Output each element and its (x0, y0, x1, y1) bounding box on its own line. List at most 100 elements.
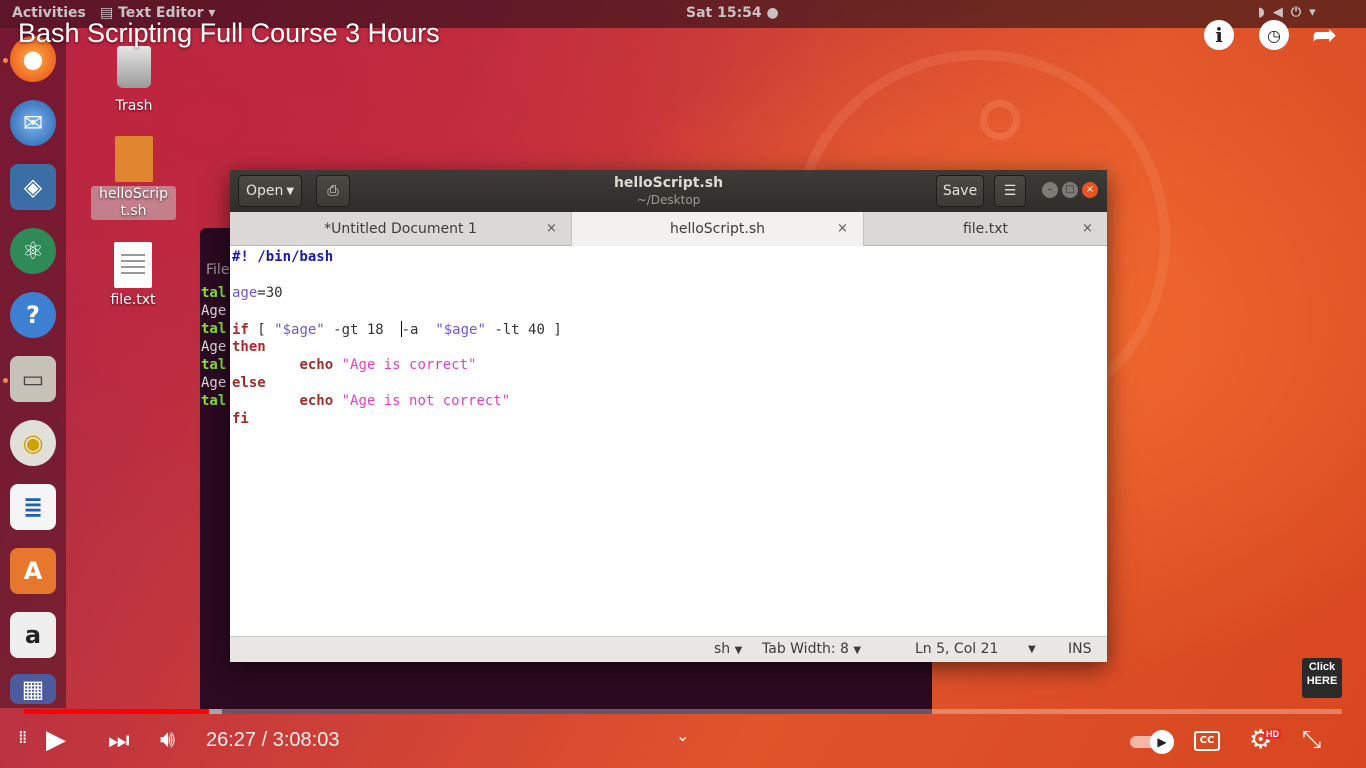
code-token: echo (299, 393, 334, 409)
code-line-10: fi (232, 411, 249, 427)
tab-untitled-document[interactable]: *Untitled Document 1 (230, 212, 572, 246)
code-line-5: if [ "$age" -gt 18 -a "$age" -lt 40 ] (232, 321, 562, 339)
status-bar: sh ▼ Tab Width: 8 ▼ Ln 5, Col 21 ▼ INS (230, 636, 1107, 662)
code-token: age (232, 285, 258, 301)
tab-close-icon[interactable]: × (546, 221, 557, 236)
terminal-line: Age (201, 375, 227, 391)
file-txt-label: file.txt (110, 292, 156, 308)
tab-close-icon[interactable]: × (837, 221, 848, 236)
cta-line-1: Click (1308, 661, 1336, 673)
tab-helloscript[interactable]: helloScript.sh (572, 212, 864, 246)
running-indicator (3, 58, 8, 63)
code-token: "$age" (274, 322, 325, 338)
chevron-down-icon[interactable]: ⌄ (676, 726, 689, 745)
code-token: -gt 18 (324, 322, 401, 338)
help-icon[interactable]: ? (10, 292, 56, 338)
insert-mode[interactable]: INS (1068, 641, 1092, 657)
captions-icon[interactable]: CC (1194, 731, 1220, 751)
code-line-9: echo "Age is not correct" (232, 393, 510, 411)
subscribe-card[interactable]: Click HERE (1302, 658, 1342, 698)
chevron-down-icon: ▼ (734, 645, 743, 656)
script-file-icon (114, 136, 153, 182)
watch-later-button[interactable]: ◷ (1259, 20, 1289, 50)
wallpaper-dot (980, 100, 1020, 140)
video-title[interactable]: Bash Scripting Full Course 3 Hours (18, 18, 440, 49)
rhythmbox-icon[interactable]: ◉ (10, 420, 56, 466)
maximize-icon[interactable]: □ (1062, 182, 1078, 198)
exit-fullscreen-icon[interactable]: ⤡ (1302, 725, 1321, 753)
code-editor[interactable]: #! /bin/bash age=30 if [ "$age" -gt 18 -… (230, 246, 1107, 636)
language-selector[interactable]: sh ▼ (714, 641, 742, 657)
header-bar: Open ▼ ⎙ helloScript.sh ~/Desktop Save ☰ … (230, 170, 1107, 212)
chevron-down-icon: ▼ (853, 645, 862, 656)
progress-bar[interactable] (24, 709, 1342, 714)
play-button[interactable]: ▶ (46, 725, 66, 755)
trash-desktop-icon[interactable]: Trash (96, 46, 172, 114)
terminal-line: tal (201, 321, 227, 337)
code-line-7: echo "Age is correct" (232, 357, 476, 375)
info-button[interactable]: i (1204, 20, 1234, 50)
terminal-line: tal (201, 393, 227, 409)
clock[interactable]: Sat 15:54 ● (686, 5, 779, 21)
running-indicator (3, 378, 8, 383)
tab-file-txt[interactable]: file.txt (864, 212, 1107, 246)
close-icon[interactable]: × (1082, 182, 1098, 198)
cursor-position[interactable]: Ln 5, Col 21 (915, 641, 998, 657)
code-token: echo (299, 357, 334, 373)
tab-bar: *Untitled Document 1 × helloScript.sh × … (230, 212, 1107, 246)
dots-icon: ⁞⁞ (18, 727, 28, 748)
tab-width-selector[interactable]: Tab Width: 8 ▼ (762, 641, 861, 657)
code-line-1: #! /bin/bash (232, 249, 334, 265)
software-center-icon[interactable]: A (10, 548, 56, 594)
terminal-menu-file[interactable]: File (206, 262, 229, 278)
code-token: =30 (257, 285, 283, 301)
code-token: "Age is correct" (341, 357, 477, 373)
files-icon[interactable]: ▭ (10, 356, 56, 402)
cursor-position-label: Ln 5, Col 21 (915, 641, 999, 657)
code-token: -lt 40 ] (485, 322, 562, 338)
gedit-window: Open ▼ ⎙ helloScript.sh ~/Desktop Save ☰ … (230, 170, 1107, 662)
volume-icon[interactable]: 🔊︎ (160, 725, 175, 753)
text-file-icon (114, 242, 152, 288)
atom-icon[interactable]: ⚛ (10, 228, 56, 274)
share-icon[interactable]: ➦ (1312, 18, 1337, 53)
info-icon: i (1204, 20, 1234, 50)
next-button[interactable]: ⏭ (108, 726, 130, 754)
terminal-line: tal (201, 285, 227, 301)
clock-icon: ◷ (1259, 20, 1289, 50)
terminal-line: tal (201, 357, 227, 373)
code-token: -a (401, 322, 436, 338)
tab-close-icon[interactable]: × (1082, 221, 1093, 236)
hamburger-menu-button[interactable]: ☰ (994, 175, 1026, 207)
language-label: sh (714, 641, 731, 657)
code-token: "Age is not correct" (341, 393, 511, 409)
terminal-line: Age (201, 303, 227, 319)
chevron-down-icon[interactable]: ▼ (1028, 644, 1036, 655)
tab-label: *Untitled Document 1 (324, 221, 477, 237)
thunderbird-icon[interactable]: ✉ (10, 100, 56, 146)
menu-icon: ☰ (1003, 183, 1017, 199)
script-file-label: helloScript.sh (91, 186, 176, 220)
libreoffice-writer-icon[interactable]: ≣ (10, 484, 56, 530)
trash-icon (117, 46, 151, 88)
app-grid-icon[interactable]: ▦ (10, 674, 56, 704)
save-button[interactable]: Save (936, 175, 984, 207)
hd-badge: HD (1264, 729, 1281, 739)
code-token: [ (248, 322, 275, 338)
code-line-3: age=30 (232, 285, 283, 303)
minimize-icon[interactable]: – (1042, 182, 1058, 198)
clock-text: Sat 15:54 (686, 5, 762, 21)
tab-label: file.txt (962, 221, 1009, 237)
code-line-8: else (232, 375, 266, 391)
dock: ● ✉ ◈ ⚛ ? ▭ ◉ ≣ A a ▦ (0, 28, 66, 708)
code-token: "$age" (435, 322, 486, 338)
script-desktop-icon[interactable]: helloScript.sh (91, 136, 176, 220)
time-display: 26:27 / 3:08:03 (206, 729, 340, 751)
file-txt-desktop-icon[interactable]: file.txt (100, 242, 166, 308)
tab-label: helloScript.sh (669, 221, 766, 237)
code-token: if (232, 322, 249, 338)
amazon-icon[interactable]: a (10, 612, 56, 658)
autoplay-toggle[interactable]: ▶ (1130, 730, 1174, 754)
virtualbox-icon[interactable]: ◈ (10, 164, 56, 210)
